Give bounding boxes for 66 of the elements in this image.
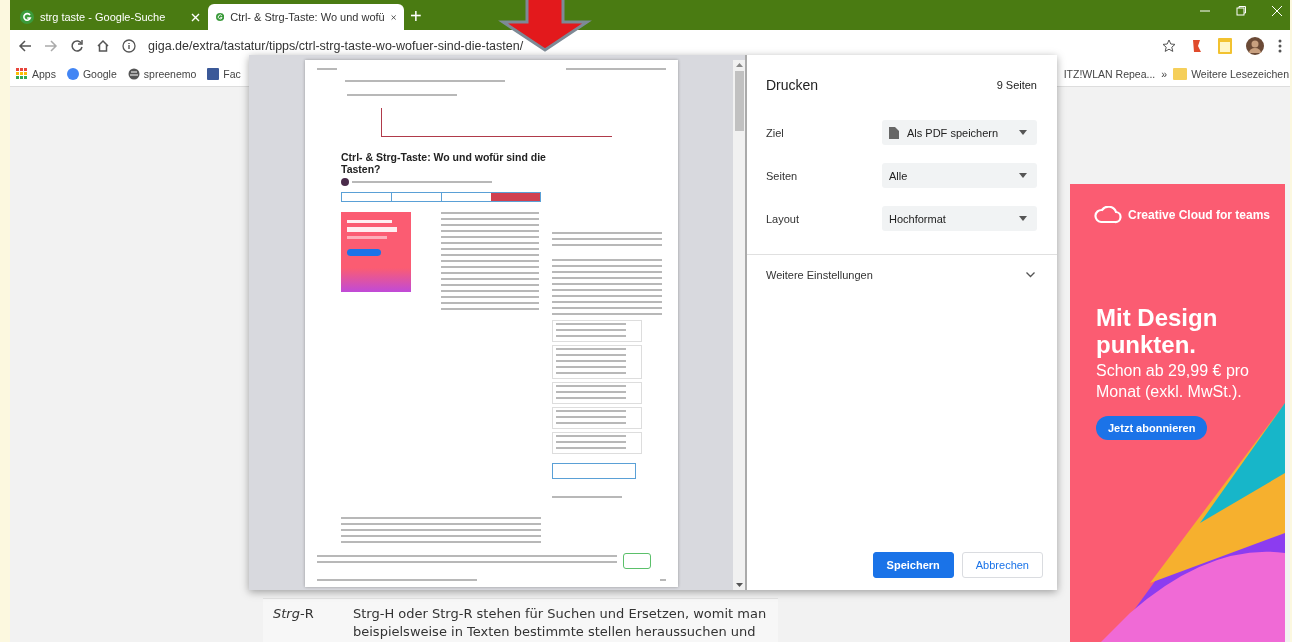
setting-dropdown[interactable]: Hochformat: [882, 206, 1037, 231]
setting-label: Layout: [766, 212, 801, 225]
globe-icon: [127, 68, 140, 80]
dropdown-caret-icon: [1019, 173, 1027, 178]
close-icon[interactable]: [1272, 6, 1282, 16]
square-icon: [207, 68, 220, 80]
new-tab-button[interactable]: +: [410, 5, 422, 28]
avatar-icon[interactable]: [1246, 37, 1264, 55]
ad-headline: Mit Design punkten.: [1096, 304, 1219, 358]
back-arrow-icon[interactable]: [18, 39, 32, 53]
menu-icon[interactable]: [1278, 39, 1282, 53]
setting-label: Ziel: [766, 126, 785, 139]
page-count: 9 Seiten: [996, 79, 1037, 91]
bookmark[interactable]: Apps: [16, 68, 56, 80]
setting-label: Seiten: [766, 169, 799, 182]
overflow-chevron[interactable]: »: [1161, 68, 1168, 80]
subscribe-button[interactable]: Jetzt abonnieren: [1096, 416, 1208, 440]
link-text-drawing: [556, 385, 626, 401]
bookmark[interactable]: spreenemo: [127, 68, 197, 80]
cloud-logo-icon: [1094, 206, 1122, 224]
chevron-down-icon: [1026, 272, 1035, 278]
restore-icon[interactable]: [1236, 6, 1246, 16]
ad-brand: Creative Cloud for teams: [1128, 208, 1271, 222]
accept-button-drawing: [623, 553, 651, 569]
browser-tab[interactable]: strg taste - Google-Suche: [12, 4, 208, 30]
setting-dropdown[interactable]: Als PDF speichern: [882, 120, 1037, 145]
link-text-drawing: [556, 435, 626, 451]
info-icon[interactable]: [122, 39, 136, 53]
extension-icon[interactable]: [1190, 38, 1204, 54]
favicon-icon: [66, 68, 79, 80]
browser-tab[interactable]: Ctrl- & Strg-Taste: Wo und wofü: [208, 4, 404, 30]
link-text-drawing: [556, 348, 626, 376]
favicon-icon: [216, 10, 225, 24]
dropdown-caret-icon: [1019, 130, 1027, 135]
dialog-title: Drucken: [766, 77, 819, 93]
apps-grid-icon: [16, 68, 28, 80]
bookmark[interactable]: Fac: [207, 68, 241, 80]
link-text-drawing: [556, 323, 626, 339]
article-heading: Ctrl- & Strg-Taste: Wo und wofür sind die Tasten?: [341, 151, 546, 175]
bookmark-folder[interactable]: Weitere Lesezeichen: [1173, 68, 1289, 80]
more-settings-toggle[interactable]: Weitere Einstellungen: [747, 254, 1057, 281]
reload-icon[interactable]: [70, 39, 84, 53]
close-icon[interactable]: [191, 12, 200, 22]
ad-banner[interactable]: Creative Cloud for teams Mit Design punkten. Schon ab 29,99 € pro Monat (exkl. MwSt.). Jetzt abonnieren: [1070, 184, 1285, 642]
close-icon[interactable]: [390, 12, 396, 22]
shortcut-key: Strg-R: [273, 605, 353, 641]
link-text-drawing: [556, 410, 626, 426]
bookmark[interactable]: Google: [66, 68, 117, 80]
shortcut-description: Strg-H oder Strg-R stehen für Suchen und Ersetzen, womit man beispielsweise in Texten bestimmte stellen heraussuchen und: [353, 605, 768, 641]
dropdown-caret-icon: [1019, 216, 1027, 221]
favicon-icon: [20, 10, 34, 24]
scrollbar[interactable]: [733, 60, 745, 590]
save-button[interactable]: Speichern: [872, 552, 954, 578]
folder-icon: [1173, 68, 1188, 80]
avatar-icon: [341, 178, 349, 186]
document-icon: [889, 126, 899, 139]
ad-price: Schon ab 29,99 € pro Monat (exkl. MwSt.).: [1096, 361, 1250, 402]
cancel-button[interactable]: Abbrechen: [961, 552, 1043, 578]
home-icon[interactable]: [96, 39, 110, 53]
setting-dropdown[interactable]: Alle: [882, 163, 1037, 188]
bookmark[interactable]: ITZ!WLAN Repea...: [1063, 68, 1156, 80]
scroll-down-icon[interactable]: [735, 583, 743, 587]
timeline-heading-drawing: [552, 496, 622, 498]
address-field[interactable]: giga.de/extra/tastatur/tipps/ctrl-strg-taste-wo-wofuer-sind-die-tasten/: [148, 39, 524, 53]
star-icon[interactable]: [1162, 39, 1176, 53]
scroll-thumb[interactable]: [734, 71, 744, 131]
